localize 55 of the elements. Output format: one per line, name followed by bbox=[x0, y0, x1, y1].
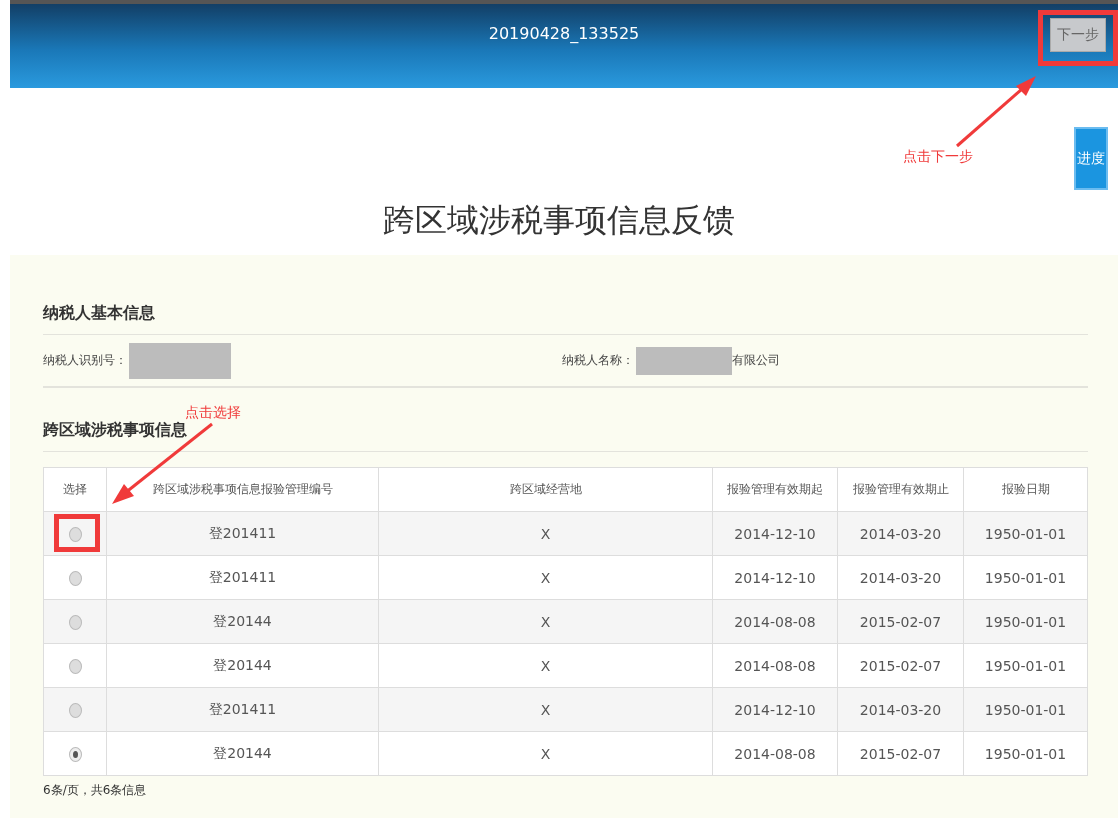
table-cell: 1950-01-01 bbox=[963, 731, 1088, 776]
column-header: 跨区域涉税事项信息报验管理编号 bbox=[106, 467, 379, 512]
table-cell: 2014-08-08 bbox=[712, 599, 838, 644]
table-cell: 2014-08-08 bbox=[712, 731, 838, 776]
column-header: 跨区域经营地 bbox=[378, 467, 713, 512]
table-cell: 1950-01-01 bbox=[963, 687, 1088, 732]
table-cell: 2014-03-20 bbox=[837, 687, 964, 732]
field-label: 纳税人识别号： bbox=[43, 352, 127, 369]
table-cell: 登201411 bbox=[106, 511, 379, 556]
table-cell: 2014-12-10 bbox=[712, 511, 838, 556]
table-cell: X bbox=[378, 599, 713, 644]
table-cell: 2015-02-07 bbox=[837, 731, 964, 776]
table-cell: X bbox=[378, 555, 713, 600]
table-cell: 登20144 bbox=[106, 731, 379, 776]
table-cell: 登201411 bbox=[106, 687, 379, 732]
annotation-text: 点击下一步 bbox=[903, 148, 973, 166]
pagination-info: 6条/页，共6条信息 bbox=[43, 782, 148, 799]
table-cell: 1950-01-01 bbox=[963, 599, 1088, 644]
radio-button[interactable] bbox=[68, 746, 82, 762]
column-header: 报验管理有效期止 bbox=[837, 467, 964, 512]
radio-button[interactable] bbox=[68, 614, 82, 630]
table-cell: X bbox=[378, 643, 713, 688]
table-cell: X bbox=[378, 511, 713, 556]
progress-button[interactable]: 进度 bbox=[1074, 127, 1108, 190]
table-cell: 2014-12-10 bbox=[712, 687, 838, 732]
table-cell: 2014-08-08 bbox=[712, 643, 838, 688]
column-header: 报验管理有效期起 bbox=[712, 467, 838, 512]
column-header: 选择 bbox=[43, 467, 107, 512]
table-cell: 登20144 bbox=[106, 599, 379, 644]
field-value: 有限公司 bbox=[731, 352, 780, 369]
table-cell: 1950-01-01 bbox=[963, 643, 1088, 688]
radio-button[interactable] bbox=[68, 658, 82, 674]
page-title: 跨区域涉税事项信息反馈 bbox=[383, 200, 735, 241]
section-heading: 跨区域涉税事项信息 bbox=[43, 420, 1088, 452]
column-header: 报验日期 bbox=[963, 467, 1088, 512]
radio-button[interactable] bbox=[68, 570, 82, 586]
table-cell: X bbox=[378, 731, 713, 776]
table-cell: X bbox=[378, 687, 713, 732]
table-cell: 2015-02-07 bbox=[837, 643, 964, 688]
table-cell: 登20144 bbox=[106, 643, 379, 688]
next-step-button[interactable]: 下一步 bbox=[1050, 18, 1106, 52]
table-cell: 2014-12-10 bbox=[712, 555, 838, 600]
field-label: 纳税人名称： bbox=[561, 352, 634, 369]
table-cell: 2014-03-20 bbox=[837, 511, 964, 556]
radio-button[interactable] bbox=[68, 526, 82, 542]
annotation-text: 点击选择 bbox=[185, 404, 241, 422]
section-heading: 纳税人基本信息 bbox=[43, 303, 1088, 335]
table-cell: 1950-01-01 bbox=[963, 511, 1088, 556]
table-cell: 1950-01-01 bbox=[963, 555, 1088, 600]
radio-button[interactable] bbox=[68, 702, 82, 718]
table-cell: 2015-02-07 bbox=[837, 599, 964, 644]
table-cell: 登201411 bbox=[106, 555, 379, 600]
table-cell: 2014-03-20 bbox=[837, 555, 964, 600]
window-title: 20190428_133525 bbox=[488, 23, 640, 43]
highlight-frame bbox=[54, 514, 100, 552]
